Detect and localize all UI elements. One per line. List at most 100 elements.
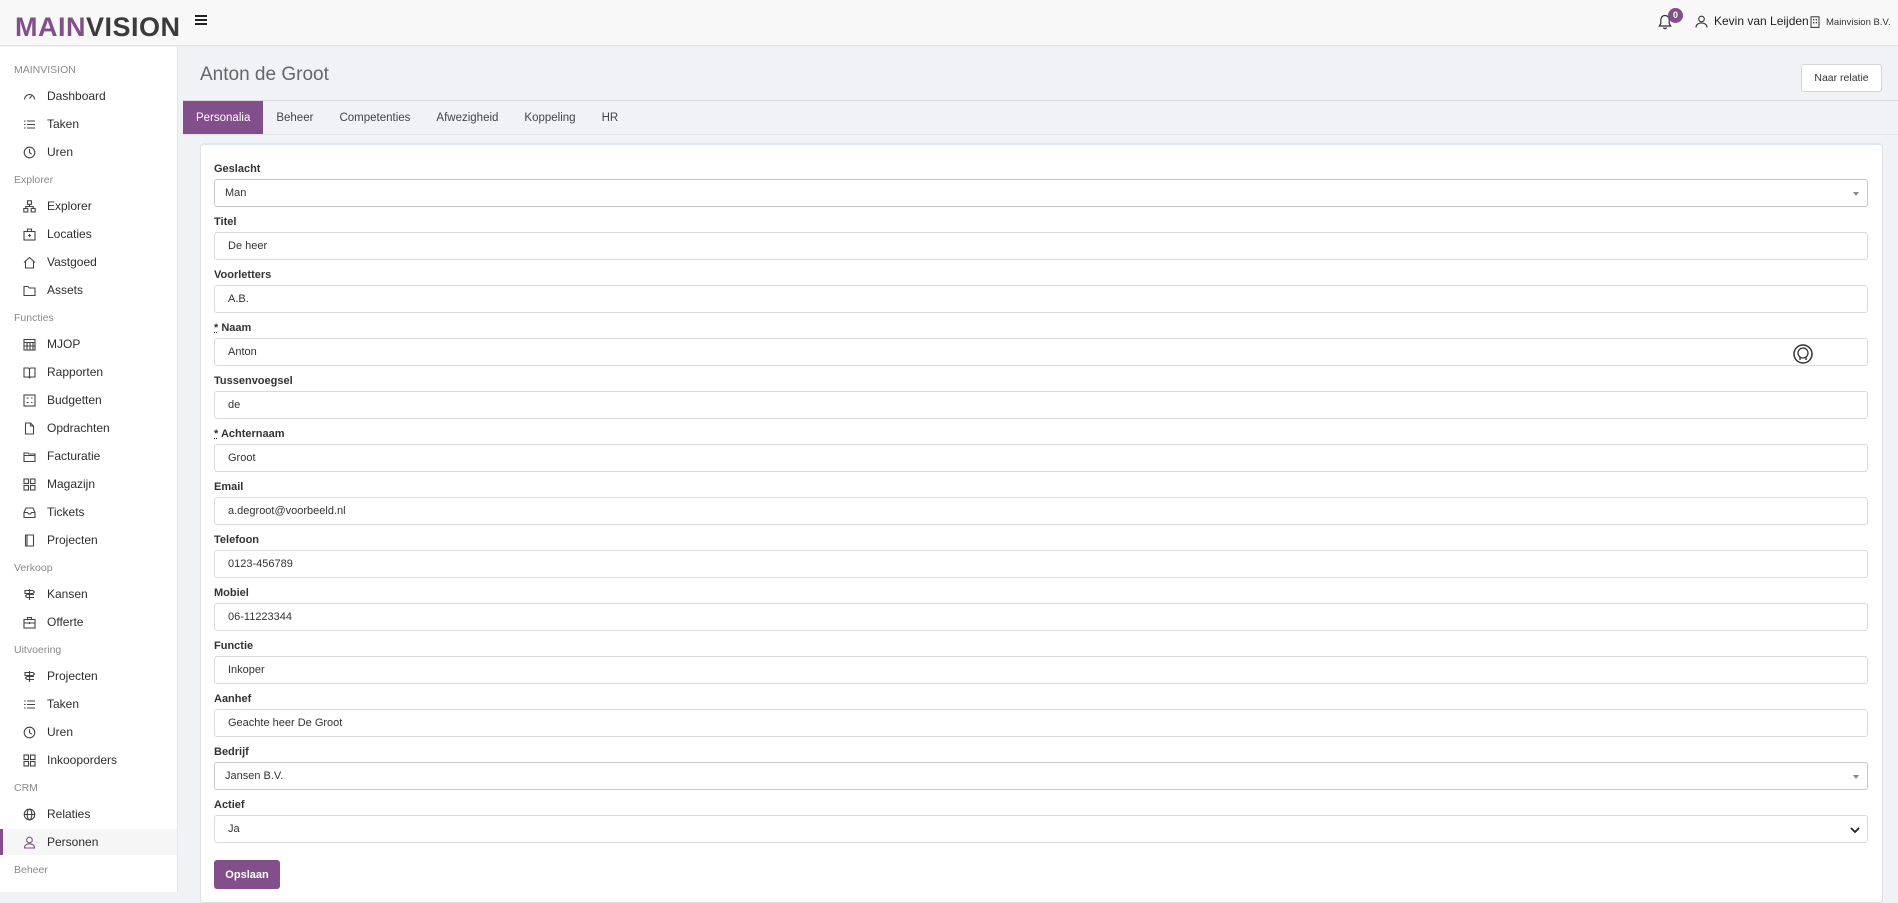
tussenvoegsel-input[interactable]: de bbox=[214, 391, 1868, 419]
tab-hr[interactable]: HR bbox=[589, 101, 632, 134]
tab-beheer[interactable]: Beheer bbox=[263, 101, 326, 134]
sidebar-item-assets[interactable]: Assets bbox=[0, 277, 177, 303]
bedrijf-select[interactable]: Jansen B.V. bbox=[214, 762, 1868, 790]
calendar-icon bbox=[22, 337, 36, 351]
sidebar-item-offerte[interactable]: Offerte bbox=[0, 609, 177, 635]
list-icon bbox=[22, 697, 36, 711]
sidebar-item-relaties[interactable]: Relaties bbox=[0, 801, 177, 827]
sidebar-section-title: Verkoop bbox=[14, 562, 53, 574]
user-menu[interactable]: Kevin van Leijden bbox=[1695, 14, 1809, 28]
hierarchy-icon bbox=[22, 199, 36, 213]
tab-competenties[interactable]: Competenties bbox=[326, 101, 423, 134]
email-input[interactable]: a.degroot@voorbeeld.nl bbox=[214, 497, 1868, 525]
telefoon-label: Telefoon bbox=[214, 534, 260, 546]
achternaam-input[interactable]: Groot bbox=[214, 444, 1868, 472]
sidebar-section-title: CRM bbox=[14, 782, 38, 794]
logo[interactable]: MAINVISION bbox=[15, 12, 181, 42]
titel-label: Titel bbox=[214, 216, 237, 228]
sidebar-item-opdrachten[interactable]: Opdrachten bbox=[0, 415, 177, 441]
building-icon bbox=[1810, 16, 1820, 28]
menu-toggle-icon[interactable] bbox=[195, 15, 207, 27]
functie-input[interactable]: Inkoper bbox=[214, 656, 1868, 684]
password-manager-icon[interactable] bbox=[1792, 343, 1814, 365]
clock-icon bbox=[22, 725, 36, 739]
save-button[interactable]: Opslaan bbox=[214, 860, 280, 889]
required-marker: * bbox=[214, 428, 219, 440]
budget-icon bbox=[22, 393, 36, 407]
sidebar-item-uren-uitvoering[interactable]: Uren bbox=[0, 719, 177, 745]
naam-label: * Naam bbox=[214, 322, 252, 334]
sidebar: MAINVISION Dashboard Taken Uren Explorer… bbox=[0, 47, 178, 892]
naar-relatie-button[interactable]: Naar relatie bbox=[1801, 64, 1882, 92]
bedrijf-label: Bedrijf bbox=[214, 746, 249, 758]
page-title: Anton de Groot bbox=[200, 64, 329, 85]
dashboard-icon bbox=[22, 89, 36, 103]
book-closed-icon bbox=[22, 533, 36, 547]
signpost-icon bbox=[22, 669, 36, 683]
clock-icon bbox=[22, 145, 36, 159]
globe-icon bbox=[22, 807, 36, 821]
caret-down-icon bbox=[1853, 775, 1859, 779]
telefoon-input[interactable]: 0123-456789 bbox=[214, 550, 1868, 578]
tussenvoegsel-label: Tussenvoegsel bbox=[214, 375, 293, 387]
sidebar-item-explorer[interactable]: Explorer bbox=[0, 193, 177, 219]
functie-label: Functie bbox=[214, 640, 254, 652]
sidebar-item-vastgoed[interactable]: Vastgoed bbox=[0, 249, 177, 275]
sidebar-item-tickets[interactable]: Tickets bbox=[0, 499, 177, 525]
sidebar-item-taken[interactable]: Taken bbox=[0, 111, 177, 137]
sidebar-item-projecten[interactable]: Projecten bbox=[0, 527, 177, 553]
voorletters-label: Voorletters bbox=[214, 269, 272, 281]
titel-input[interactable]: De heer bbox=[214, 232, 1868, 260]
sidebar-item-budgetten[interactable]: Budgetten bbox=[0, 387, 177, 413]
briefcase-icon bbox=[22, 615, 36, 629]
geslacht-select[interactable]: Man bbox=[214, 179, 1868, 207]
geslacht-label: Geslacht bbox=[214, 163, 261, 175]
sidebar-item-uren[interactable]: Uren bbox=[0, 139, 177, 165]
sidebar-item-facturatie[interactable]: Facturatie bbox=[0, 443, 177, 469]
sidebar-item-taken-uitvoering[interactable]: Taken bbox=[0, 691, 177, 717]
sidebar-item-kansen[interactable]: Kansen bbox=[0, 581, 177, 607]
naam-input[interactable]: Anton bbox=[214, 338, 1868, 366]
inbox-icon bbox=[22, 505, 36, 519]
caret-down-icon bbox=[1853, 192, 1859, 196]
mobiel-label: Mobiel bbox=[214, 587, 249, 599]
sidebar-item-magazijn[interactable]: Magazijn bbox=[0, 471, 177, 497]
sidebar-item-personen[interactable]: Personen bbox=[0, 829, 177, 855]
company-menu[interactable]: Mainvision B.V. bbox=[1810, 16, 1891, 28]
sidebar-item-projecten-uitvoering[interactable]: Projecten bbox=[0, 663, 177, 689]
aanhef-input[interactable]: Geachte heer De Groot bbox=[214, 709, 1868, 737]
personalia-form: Geslacht Man Titel De heer Voorletters A… bbox=[200, 143, 1883, 903]
required-marker: * bbox=[214, 322, 219, 334]
list-icon bbox=[22, 117, 36, 131]
notification-badge: 0 bbox=[1668, 8, 1683, 23]
signpost-icon bbox=[22, 587, 36, 601]
person-icon bbox=[22, 835, 36, 849]
mobiel-input[interactable]: 06-11223344 bbox=[214, 603, 1868, 631]
sidebar-item-dashboard[interactable]: Dashboard bbox=[0, 83, 177, 109]
invoice-folder-icon bbox=[22, 449, 36, 463]
grid-icon bbox=[22, 477, 36, 491]
book-icon bbox=[22, 365, 36, 379]
voorletters-input[interactable]: A.B. bbox=[214, 285, 1868, 313]
user-name: Kevin van Leijden bbox=[1714, 14, 1809, 28]
sidebar-section-title: Beheer bbox=[14, 864, 48, 876]
sidebar-section-title: Uitvoering bbox=[14, 644, 62, 656]
grid-icon bbox=[22, 753, 36, 767]
file-icon bbox=[22, 421, 36, 435]
sidebar-item-inkooporders[interactable]: Inkooporders bbox=[0, 747, 177, 773]
main-content: Anton de Groot Naar relatie Personalia B… bbox=[183, 47, 1898, 903]
tab-bar: Personalia Beheer Competenties Afwezighe… bbox=[183, 101, 631, 134]
sidebar-item-locaties[interactable]: Locaties bbox=[0, 221, 177, 247]
tab-personalia[interactable]: Personalia bbox=[183, 101, 264, 134]
actief-select[interactable]: Ja bbox=[214, 815, 1868, 843]
home-icon bbox=[22, 255, 36, 269]
building-icon bbox=[22, 227, 36, 241]
tab-afwezigheid[interactable]: Afwezigheid bbox=[423, 101, 511, 134]
sidebar-item-beheer-partial[interactable] bbox=[0, 883, 177, 892]
top-bar: MAINVISION 0 Kevin van Leijden Mainvisio… bbox=[0, 0, 1898, 46]
sidebar-section-title: MAINVISION bbox=[14, 64, 76, 76]
sidebar-item-rapporten[interactable]: Rapporten bbox=[0, 359, 177, 385]
tab-koppeling[interactable]: Koppeling bbox=[511, 101, 588, 134]
achternaam-label: * Achternaam bbox=[214, 428, 285, 440]
sidebar-item-mjop[interactable]: MJOP bbox=[0, 331, 177, 357]
